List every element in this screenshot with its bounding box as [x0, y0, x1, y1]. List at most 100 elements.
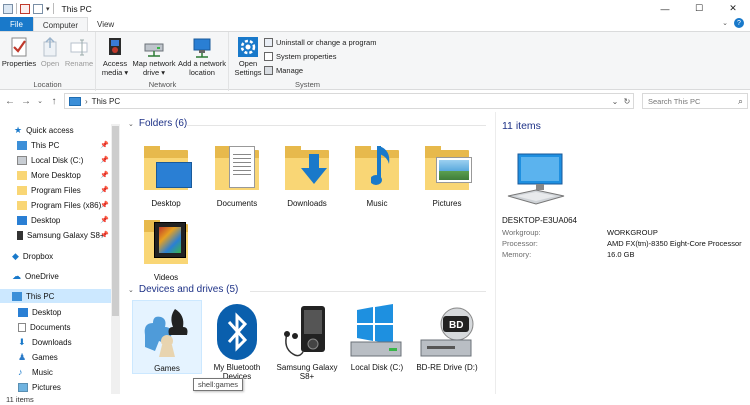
sidebar-item-samsung-galaxy[interactable]: Samsung Galaxy S8+ 📌 [17, 228, 111, 242]
pin-icon[interactable]: 📌 [100, 216, 109, 224]
tooltip: shell:games [193, 378, 244, 391]
media-player-icon [279, 304, 335, 360]
sidebar-item-more-desktop[interactable]: More Desktop 📌 [17, 168, 111, 182]
minimize-icon[interactable]: — [648, 0, 682, 17]
chevron-down-icon[interactable]: ⌄ [722, 19, 728, 27]
system-properties-label: System properties [276, 52, 337, 61]
sidebar-item-label: Music [32, 367, 53, 377]
properties-button[interactable]: Properties [2, 36, 36, 69]
sidebar-item-downloads[interactable]: ⬇ Downloads [18, 335, 72, 349]
map-network-drive-button[interactable]: Map network drive ▾ [130, 36, 178, 77]
help-icon[interactable]: ? [734, 18, 744, 28]
access-media-button[interactable]: Access media ▾ [100, 36, 130, 77]
maximize-icon[interactable]: ☐ [682, 0, 716, 17]
add-network-location-button[interactable]: Add a network location [177, 36, 227, 77]
details-key: Processor: [502, 239, 538, 248]
this-pc-icon [69, 96, 81, 106]
sidebar-item-music[interactable]: ♪ Music [18, 365, 53, 379]
uninstall-program-button[interactable]: Uninstall or change a program [264, 38, 376, 47]
details-value: 16.0 GB [607, 250, 635, 259]
sidebar-item-desktop[interactable]: Desktop [18, 305, 61, 319]
customize-qat-icon[interactable]: ▾ [46, 5, 50, 13]
pin-icon[interactable]: 📌 [100, 141, 109, 149]
recent-locations-icon[interactable]: ⌄ [34, 97, 46, 105]
details-key: Workgroup: [502, 228, 541, 237]
open-settings-button[interactable]: Open Settings [233, 36, 263, 77]
gear-icon [237, 36, 259, 58]
sidebar-item-label: Desktop [32, 307, 62, 317]
tab-view[interactable]: View [88, 17, 123, 32]
address-toolbar: ← → ⌄ ↑ › This PC ⌄ ↻ Search This PC ⌕ [0, 92, 750, 110]
breadcrumb-separator-icon: › [85, 96, 88, 106]
scrollbar-thumb[interactable] [112, 126, 119, 316]
sidebar-item-program-files[interactable]: Program Files 📌 [17, 183, 111, 197]
pin-icon[interactable]: 📌 [100, 156, 109, 164]
back-arrow-icon[interactable]: ← [4, 96, 16, 107]
device-tile-local-disk[interactable]: Local Disk (C:) [342, 300, 412, 372]
device-tile-bluetooth[interactable]: My Bluetooth Devices [202, 300, 272, 381]
folder-tile-music[interactable]: Music [342, 136, 412, 208]
quick-access-toolbar: ▾ [0, 3, 54, 14]
sidebar-item-games[interactable]: ♟ Games [18, 350, 58, 364]
sidebar-item-label: Desktop [31, 215, 61, 225]
pin-icon[interactable]: 📌 [100, 231, 109, 239]
rename-button[interactable]: Rename [64, 36, 94, 69]
details-value: WORKGROUP [607, 228, 658, 237]
sidebar-item-local-disk[interactable]: Local Disk (C:) 📌 [17, 153, 111, 167]
cloud-icon: ☁ [12, 270, 21, 281]
chevron-down-icon[interactable]: ⌄ [128, 286, 134, 294]
device-tile-games[interactable]: Games [132, 300, 202, 374]
toolbar-separator [16, 3, 17, 14]
tab-computer[interactable]: Computer [32, 17, 89, 32]
navigation-scrollbar[interactable] [111, 124, 120, 394]
refresh-icon[interactable]: ↻ [621, 97, 633, 106]
picture-icon [18, 382, 28, 392]
sidebar-item-dropbox[interactable]: ◆ Dropbox [12, 249, 53, 263]
device-tile-bd-drive[interactable]: BD BD-RE Drive (D:) [412, 300, 482, 372]
open-icon [39, 36, 61, 58]
system-properties-button[interactable]: System properties [264, 52, 336, 61]
desktop-icon [18, 307, 28, 317]
address-dropdown-icon[interactable]: ⌄ [609, 97, 621, 106]
folder-tile-desktop[interactable]: Desktop [131, 136, 201, 208]
properties-qat-icon[interactable] [20, 3, 30, 14]
sidebar-item-this-pc-pinned[interactable]: This PC 📌 [17, 138, 111, 152]
pin-icon[interactable]: 📌 [100, 201, 109, 209]
folder-tile-documents[interactable]: Documents [202, 136, 272, 208]
folder-tile-downloads[interactable]: Downloads [272, 136, 342, 208]
media-icon [104, 36, 126, 58]
rename-icon [68, 36, 90, 58]
window-controls: — ☐ ✕ [648, 0, 750, 17]
chevron-down-icon[interactable]: ⌄ [128, 120, 134, 128]
manage-button[interactable]: Manage [264, 66, 303, 75]
sidebar-item-desktop-pinned[interactable]: Desktop 📌 [17, 213, 111, 227]
phone-icon [17, 230, 23, 240]
system-properties-icon [264, 52, 273, 61]
up-arrow-icon[interactable]: ↑ [48, 96, 60, 107]
sidebar-item-pictures[interactable]: Pictures [18, 380, 61, 394]
close-icon[interactable]: ✕ [716, 0, 750, 17]
forward-arrow-icon[interactable]: → [20, 96, 32, 107]
tab-file[interactable]: File [0, 17, 33, 32]
pin-icon[interactable]: 📌 [100, 171, 109, 179]
sidebar-item-documents[interactable]: Documents [18, 320, 70, 334]
folder-tile-pictures[interactable]: Pictures [412, 136, 482, 208]
breadcrumb-this-pc[interactable]: This PC [92, 97, 120, 106]
device-tile-samsung[interactable]: Samsung Galaxy S8+ [272, 300, 342, 381]
window-menu-icon[interactable] [3, 3, 13, 14]
quick-access-item[interactable]: ★ Quick access [14, 123, 74, 137]
group-label-system: System [294, 80, 320, 89]
sidebar-item-this-pc[interactable]: This PC [0, 289, 111, 303]
folders-section-header[interactable]: ⌄ Folders (6) [128, 118, 187, 129]
folder-tile-videos[interactable]: Videos [131, 210, 201, 282]
sidebar-item-program-files-x86[interactable]: Program Files (x86) 📌 [17, 198, 111, 212]
search-input[interactable]: Search This PC ⌕ [642, 93, 748, 109]
new-folder-qat-icon[interactable] [33, 3, 43, 14]
sidebar-item-onedrive[interactable]: ☁ OneDrive [12, 269, 59, 283]
address-field[interactable]: › This PC ⌄ ↻ [64, 93, 634, 109]
tile-label: Downloads [287, 199, 327, 208]
group-label-network: Network [148, 80, 177, 89]
pin-icon[interactable]: 📌 [100, 186, 109, 194]
open-button[interactable]: Open [38, 36, 62, 69]
devices-section-header[interactable]: ⌄ Devices and drives (5) [128, 284, 238, 295]
